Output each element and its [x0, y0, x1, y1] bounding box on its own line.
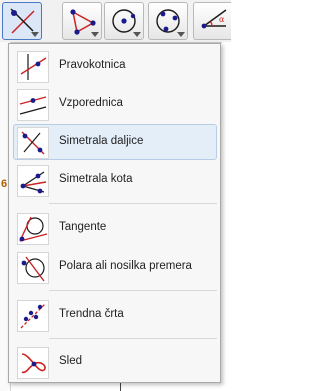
graphics-view-edge	[222, 42, 231, 391]
angle-tool-button[interactable]: α	[193, 2, 231, 40]
tool-submenu: Pravokotnica Vzporednica Simetrala dalji…	[8, 43, 221, 383]
angle-tool-icon: α	[201, 9, 227, 29]
menu-item-label: Trendna črta	[59, 308, 124, 320]
tool-menu-caret-icon	[177, 32, 185, 37]
menu-item-tangents[interactable]: Tangente	[13, 210, 217, 246]
menu-separator	[49, 290, 217, 291]
best-fit-line-icon	[20, 303, 46, 329]
circle-three-points-tool-button[interactable]	[148, 2, 188, 40]
tangents-icon	[19, 216, 48, 242]
menu-separator	[49, 338, 217, 339]
tool-menu-caret-icon	[133, 32, 141, 37]
tool-menu-caret-icon	[31, 32, 39, 37]
perpendicular-bisector-icon	[21, 131, 45, 155]
svg-text:α: α	[219, 15, 225, 24]
perpendicular-tool-button[interactable]	[2, 2, 42, 40]
menu-item-label: Sled	[59, 355, 83, 367]
perpendicular-line-icon	[20, 54, 47, 80]
menu-item-label: Vzporednica	[59, 97, 123, 109]
menu-item-label: Simetrala daljice	[59, 135, 144, 147]
menu-item-label: Pravokotnica	[59, 59, 126, 71]
menu-item-best-fit-line[interactable]: Trendna črta	[13, 297, 217, 333]
locus-icon	[21, 353, 46, 374]
menu-item-label: Simetrala kota	[59, 173, 133, 185]
menu-item-parallel-line[interactable]: Vzporednica	[13, 86, 217, 122]
side-label: 6	[1, 178, 8, 190]
polar-line-icon	[21, 256, 45, 282]
menu-item-perpendicular-bisector[interactable]: Simetrala daljice	[13, 124, 217, 160]
menu-item-perpendicular-line[interactable]: Pravokotnica	[13, 48, 217, 84]
menu-separator	[49, 203, 217, 204]
angle-bisector-icon	[20, 171, 47, 194]
menu-item-angle-bisector[interactable]: Simetrala kota	[13, 162, 217, 198]
polygon-tool-button[interactable]	[62, 2, 102, 40]
tool-menu-caret-icon	[91, 32, 99, 37]
menu-item-locus[interactable]: Sled	[13, 344, 217, 380]
menu-item-label: Tangente	[59, 221, 107, 233]
menu-item-label: Polara ali nosilka premera	[59, 260, 192, 272]
menu-item-polar-line[interactable]: Polara ali nosilka premera	[13, 249, 217, 285]
circle-center-tool-button[interactable]	[104, 2, 144, 40]
toolbar: α	[0, 0, 231, 43]
parallel-line-icon	[19, 96, 47, 115]
